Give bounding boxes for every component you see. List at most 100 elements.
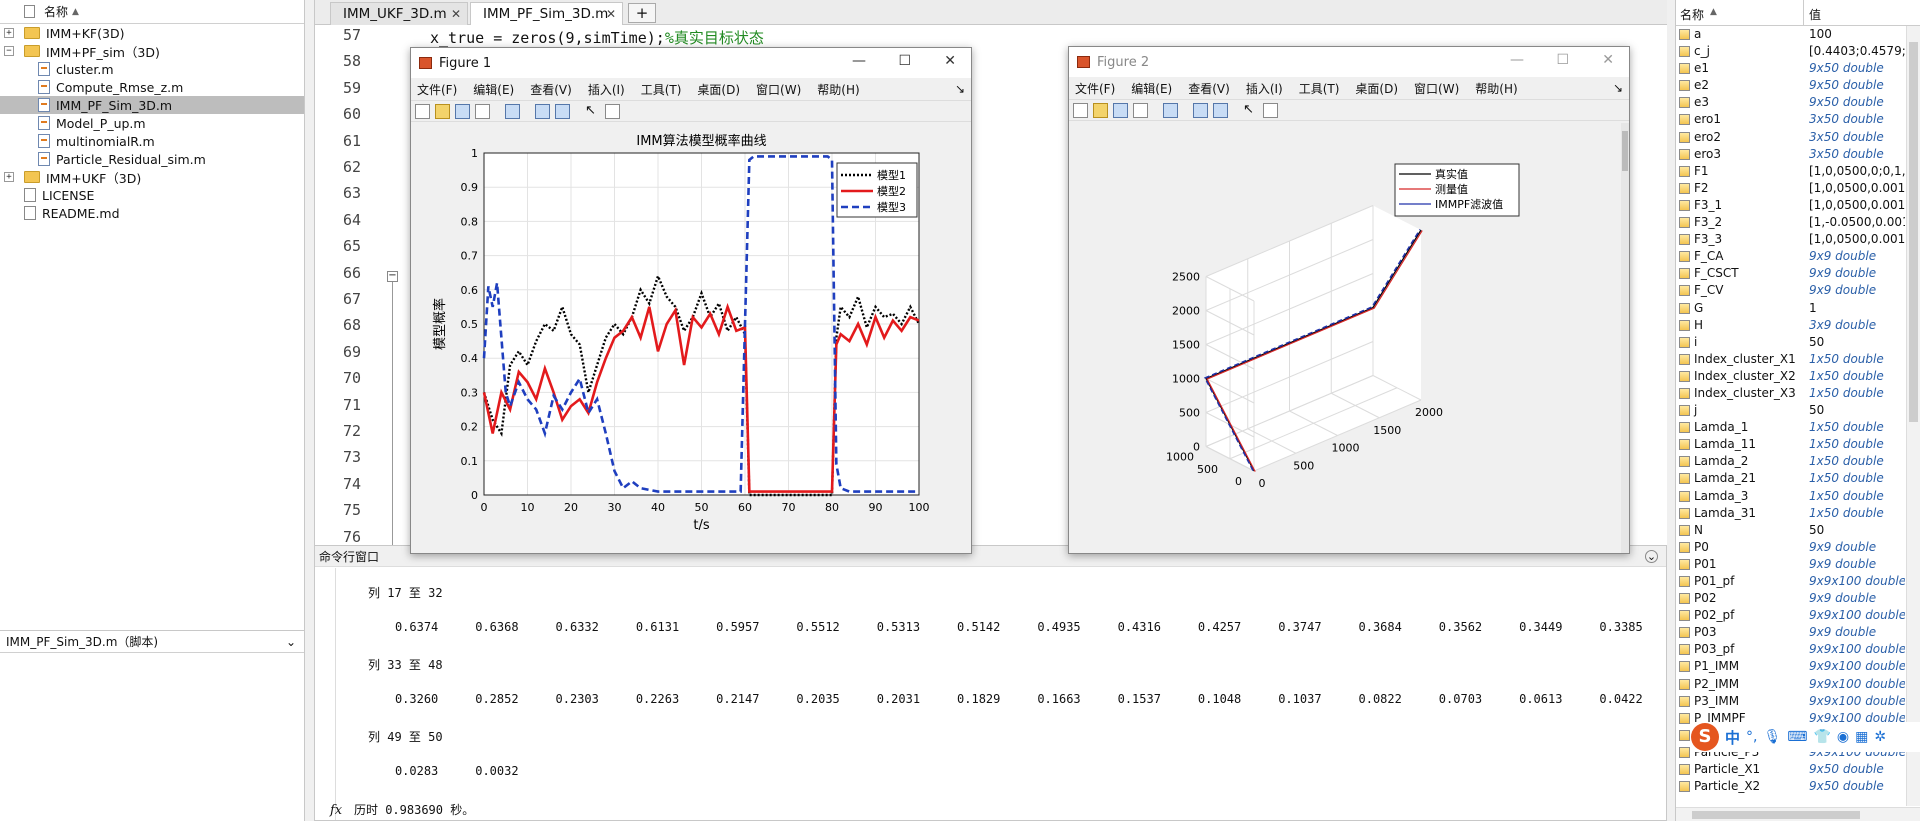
workspace-variable-row[interactable]: a 100 bbox=[1676, 26, 1906, 43]
menu-item[interactable]: 文件(F) bbox=[417, 81, 457, 98]
workspace-variable-row[interactable]: P03 9x9 double bbox=[1676, 624, 1906, 641]
file-imm-pf-sim-3d[interactable]: IMM_PF_Sim_3D.m bbox=[0, 96, 304, 114]
tab-imm-pf-sim-3d[interactable]: IMM_PF_Sim_3D.m ✕ bbox=[470, 2, 623, 25]
scroll-thumb[interactable] bbox=[1692, 811, 1860, 819]
toolbox-icon[interactable]: ▦ bbox=[1855, 729, 1868, 745]
model-probability-chart[interactable]: 0 10 20 30 40 50 60 70 80 90 100 0 0.1 0.2 0.3 0.4 0.5 0.… bbox=[411, 124, 971, 553]
workspace-variable-row[interactable]: F2 [1,0,0500,0.0013 bbox=[1676, 180, 1906, 197]
ime-logo-icon[interactable]: S bbox=[1691, 723, 1719, 751]
ime-toolbar[interactable]: S 中 °, 🎙 ⌨ 👕 ◉ ▦ ✲ bbox=[1691, 722, 1920, 752]
panel-actions-icon[interactable]: ⌄ bbox=[1645, 549, 1658, 563]
minimize-icon[interactable]: — bbox=[1510, 52, 1524, 68]
workspace-variable-row[interactable]: Particle_X1 9x50 double bbox=[1676, 761, 1906, 778]
workspace-variable-row[interactable]: Index_cluster_X2 1x50 double bbox=[1676, 368, 1906, 385]
file-compute-rmse[interactable]: Compute_Rmse_z.m bbox=[0, 78, 304, 96]
workspace-variable-row[interactable]: F3_3 [1,0,0500,0.0012 bbox=[1676, 231, 1906, 248]
workspace-variable-row[interactable]: Particle_X2 9x50 double bbox=[1676, 778, 1906, 795]
file-license[interactable]: LICENSE bbox=[0, 186, 304, 204]
link-plot-icon[interactable] bbox=[505, 104, 520, 119]
file-browser-header[interactable]: 名称 ▲ bbox=[0, 0, 304, 24]
workspace-variable-row[interactable]: F_CA 9x9 double bbox=[1676, 248, 1906, 265]
menu-item[interactable]: 查看(V) bbox=[530, 81, 572, 98]
workspace-variable-row[interactable]: F3_1 [1,0,0500,0.0012 bbox=[1676, 197, 1906, 214]
property-inspector-icon[interactable] bbox=[1263, 103, 1278, 118]
chevron-down-icon[interactable]: ⌄ bbox=[286, 635, 296, 649]
name-column-header[interactable]: 名称 bbox=[1680, 6, 1704, 23]
value-column-header[interactable]: 值 bbox=[1809, 6, 1821, 23]
workspace-variable-row[interactable]: Lamda_3 1x50 double bbox=[1676, 488, 1906, 505]
menu-item[interactable]: 帮助(H) bbox=[817, 81, 859, 98]
colorbar-icon[interactable] bbox=[1193, 103, 1208, 118]
workspace-variable-row[interactable]: F_CV 9x9 double bbox=[1676, 282, 1906, 299]
folder-imm-pf-sim[interactable]: − IMM+PF_sim（3D) bbox=[0, 42, 304, 60]
workspace-variable-row[interactable]: e2 9x50 double bbox=[1676, 77, 1906, 94]
save-icon[interactable] bbox=[455, 104, 470, 119]
workspace-variable-row[interactable]: P03_pf 9x9x100 double bbox=[1676, 641, 1906, 658]
dock-icon[interactable]: ↘ bbox=[955, 82, 965, 96]
menu-item[interactable]: 插入(I) bbox=[1246, 80, 1283, 97]
code-line-57[interactable]: x_true = zeros(9,simTime);%真实目标状态 bbox=[430, 27, 764, 48]
scroll-thumb[interactable] bbox=[1909, 42, 1918, 422]
file-cluster[interactable]: cluster.m bbox=[0, 60, 304, 78]
details-header[interactable]: IMM_PF_Sim_3D.m（脚本) ⌄ bbox=[0, 631, 304, 653]
expand-icon[interactable]: + bbox=[4, 172, 14, 182]
command-prompt[interactable]: fx 历时 0.983690 秒。 bbox=[330, 801, 474, 818]
open-file-icon[interactable] bbox=[435, 104, 450, 119]
legend-icon[interactable] bbox=[1213, 103, 1228, 118]
edit-plot-icon[interactable]: ↖ bbox=[1243, 103, 1258, 118]
minimize-icon[interactable]: — bbox=[852, 53, 866, 69]
workspace-variable-row[interactable]: F_CSCT 9x9 double bbox=[1676, 265, 1906, 282]
workspace-variable-row[interactable]: ero2 3x50 double bbox=[1676, 129, 1906, 146]
ime-mode-label[interactable]: 中 bbox=[1725, 727, 1740, 748]
menu-item[interactable]: 工具(T) bbox=[1299, 80, 1340, 97]
collapse-icon[interactable]: − bbox=[4, 46, 14, 56]
link-plot-icon[interactable] bbox=[1163, 103, 1178, 118]
figure-2-window[interactable]: Figure 2 — ☐ ✕ 文件(F) 编辑(E) 查看(V) 插入(I) 工具(T)… bbox=[1068, 46, 1630, 554]
workspace-variable-row[interactable]: e1 9x50 double bbox=[1676, 60, 1906, 77]
column-divider[interactable] bbox=[1803, 0, 1804, 26]
dock-icon[interactable]: ↘ bbox=[1613, 81, 1623, 95]
file-model-p-up[interactable]: Model_P_up.m bbox=[0, 114, 304, 132]
workspace-variable-row[interactable]: P2_IMM 9x9x100 double bbox=[1676, 676, 1906, 693]
workspace-variable-row[interactable]: Lamda_21 1x50 double bbox=[1676, 470, 1906, 487]
edit-plot-icon[interactable]: ↖ bbox=[585, 104, 600, 119]
punctuation-icon[interactable]: °, bbox=[1746, 729, 1757, 745]
expand-icon[interactable]: + bbox=[4, 28, 14, 38]
folder-imm-kf[interactable]: + IMM+KF(3D) bbox=[0, 24, 304, 42]
menu-item[interactable]: 工具(T) bbox=[641, 81, 682, 98]
menu-item[interactable]: 桌面(D) bbox=[1355, 80, 1398, 97]
horizontal-scrollbar[interactable] bbox=[1676, 807, 1920, 821]
workspace-variable-row[interactable]: Lamda_1 1x50 double bbox=[1676, 419, 1906, 436]
close-icon[interactable]: ✕ bbox=[944, 53, 956, 69]
workspace-variable-row[interactable]: P0 9x9 double bbox=[1676, 539, 1906, 556]
colorbar-icon[interactable] bbox=[535, 104, 550, 119]
keyboard-icon[interactable]: ⌨ bbox=[1787, 729, 1807, 745]
fold-toggle-icon[interactable]: − bbox=[387, 270, 398, 282]
workspace-variable-row[interactable]: F1 [1,0,0500,0;0,1,0 bbox=[1676, 163, 1906, 180]
close-icon[interactable]: ✕ bbox=[1602, 52, 1614, 68]
workspace-variable-row[interactable]: P01_pf 9x9x100 double bbox=[1676, 573, 1906, 590]
menu-item[interactable]: 文件(F) bbox=[1075, 80, 1115, 97]
menu-item[interactable]: 窗口(W) bbox=[1414, 80, 1459, 97]
workspace-variable-row[interactable]: N 50 bbox=[1676, 522, 1906, 539]
workspace-variable-row[interactable]: Lamda_2 1x50 double bbox=[1676, 453, 1906, 470]
menu-item[interactable]: 编辑(E) bbox=[473, 81, 514, 98]
workspace-variable-row[interactable]: P02 9x9 double bbox=[1676, 590, 1906, 607]
save-icon[interactable] bbox=[1113, 103, 1128, 118]
print-icon[interactable] bbox=[475, 104, 490, 119]
settings-icon[interactable]: ✲ bbox=[1874, 729, 1886, 745]
workspace-variable-row[interactable]: Index_cluster_X3 1x50 double bbox=[1676, 385, 1906, 402]
maximize-icon[interactable]: ☐ bbox=[1556, 52, 1569, 68]
new-figure-icon[interactable] bbox=[415, 104, 430, 119]
workspace-variable-row[interactable]: F3_2 [1,-0.0500,0.001 bbox=[1676, 214, 1906, 231]
game-icon[interactable]: ◉ bbox=[1837, 729, 1849, 745]
file-particle-residual[interactable]: Particle_Residual_sim.m bbox=[0, 150, 304, 168]
folder-imm-ukf[interactable]: + IMM+UKF（3D) bbox=[0, 168, 304, 186]
workspace-variable-row[interactable]: Lamda_11 1x50 double bbox=[1676, 436, 1906, 453]
menu-item[interactable]: 窗口(W) bbox=[756, 81, 801, 98]
workspace-variable-row[interactable]: ero1 3x50 double bbox=[1676, 111, 1906, 128]
command-output[interactable]: 列 17 至 32 0.6374 0.6368 0.6332 0.6131 0.5957… bbox=[330, 568, 1646, 820]
print-icon[interactable] bbox=[1133, 103, 1148, 118]
workspace-variable-row[interactable]: P1_IMM 9x9x100 double bbox=[1676, 658, 1906, 675]
figure-scrollbar[interactable] bbox=[1621, 123, 1629, 553]
